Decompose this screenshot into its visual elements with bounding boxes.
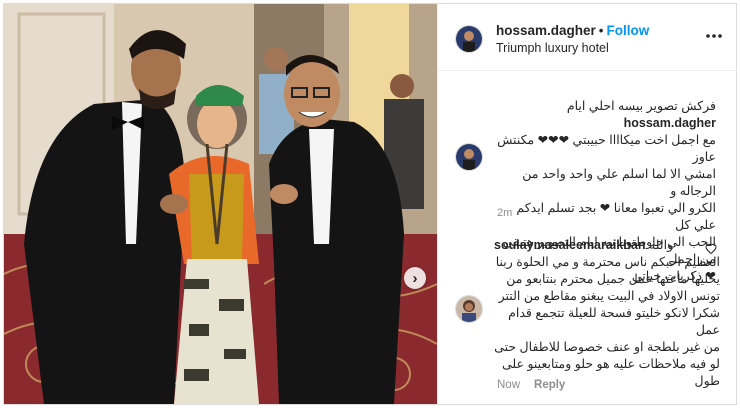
- comment-line: من غير بلطجة او عنف خصوصا للاطفال حتى: [494, 340, 720, 354]
- reply-button[interactable]: Reply: [534, 379, 565, 391]
- next-photo-button[interactable]: ›: [404, 267, 426, 289]
- comment-text: soulaymasaleemaraikhan والله العظيم احبك…: [494, 237, 720, 390]
- caption-timestamp: 2m: [497, 207, 513, 219]
- follow-button[interactable]: Follow: [607, 23, 650, 38]
- caption-avatar[interactable]: [455, 143, 483, 171]
- more-dots: [706, 34, 722, 38]
- more-horizontal-icon[interactable]: [705, 27, 723, 39]
- caption-line: الكرو الي تعبوا معانا ❤ بجد تسلم ايدكم ع…: [516, 201, 716, 232]
- post-photo-image: [4, 4, 437, 404]
- comment-line: لو فيه ملاحظات عليه هو حلو ومتابعينو على: [501, 357, 720, 371]
- username-link[interactable]: hossam.dagher: [496, 23, 596, 38]
- caption-line: مع اجمل اخت ميكاااا حبيبتي ❤❤❤ مكنتش عاو…: [497, 133, 716, 164]
- comment-timestamp: Now: [497, 379, 521, 391]
- caption-line: فركش تصوير بيسه احلي ايام hossam.dagher: [566, 99, 716, 130]
- caption-line: امشي الا لما اسلم علي واحد واحد من الرجا…: [522, 167, 716, 198]
- post-header: hossam.dagher • Follow Triumph luxury hote…: [438, 4, 737, 71]
- avatar-image: [456, 144, 482, 170]
- comment-meta: Now Reply: [497, 379, 579, 391]
- post-photo[interactable]: ›: [4, 4, 437, 404]
- heart-outline-icon[interactable]: [705, 242, 717, 255]
- chevron-right-icon: ›: [412, 269, 418, 287]
- comment-line: تونس الاولاد في البيت يبغنو مقاطع من الت…: [498, 289, 720, 303]
- post-author: hossam.dagher • Follow: [496, 23, 649, 38]
- post-sidebar: hossam.dagher • Follow Triumph luxury hote…: [437, 4, 737, 404]
- location-link[interactable]: Triumph luxury hotel: [496, 41, 609, 55]
- caption-username[interactable]: hossam.dagher: [624, 116, 716, 130]
- comment-avatar[interactable]: [455, 295, 483, 323]
- avatar-image: [456, 296, 482, 322]
- comment-username[interactable]: soulaymasaleemaraikhan: [494, 238, 645, 252]
- avatar-image: [456, 26, 482, 52]
- comment-line: يخليها ماعتها عمل جميل محترم بنتابعو من: [506, 272, 720, 286]
- instagram-post: › hossam.dagher • Follow Triumph luxury ho…: [3, 3, 737, 405]
- heart-shape: [705, 243, 717, 255]
- comment-line: العظيم احبكم ناس محترمة و مي الحلوة ربنا: [495, 255, 720, 269]
- separator-dot: •: [598, 23, 604, 38]
- comment-line: شكرا لانكو خليتو فسحة للعيلة تتجمع قدام …: [508, 306, 720, 337]
- comment-line: soulaymasaleemaraikhan والله: [494, 238, 674, 252]
- avatar[interactable]: [455, 25, 483, 53]
